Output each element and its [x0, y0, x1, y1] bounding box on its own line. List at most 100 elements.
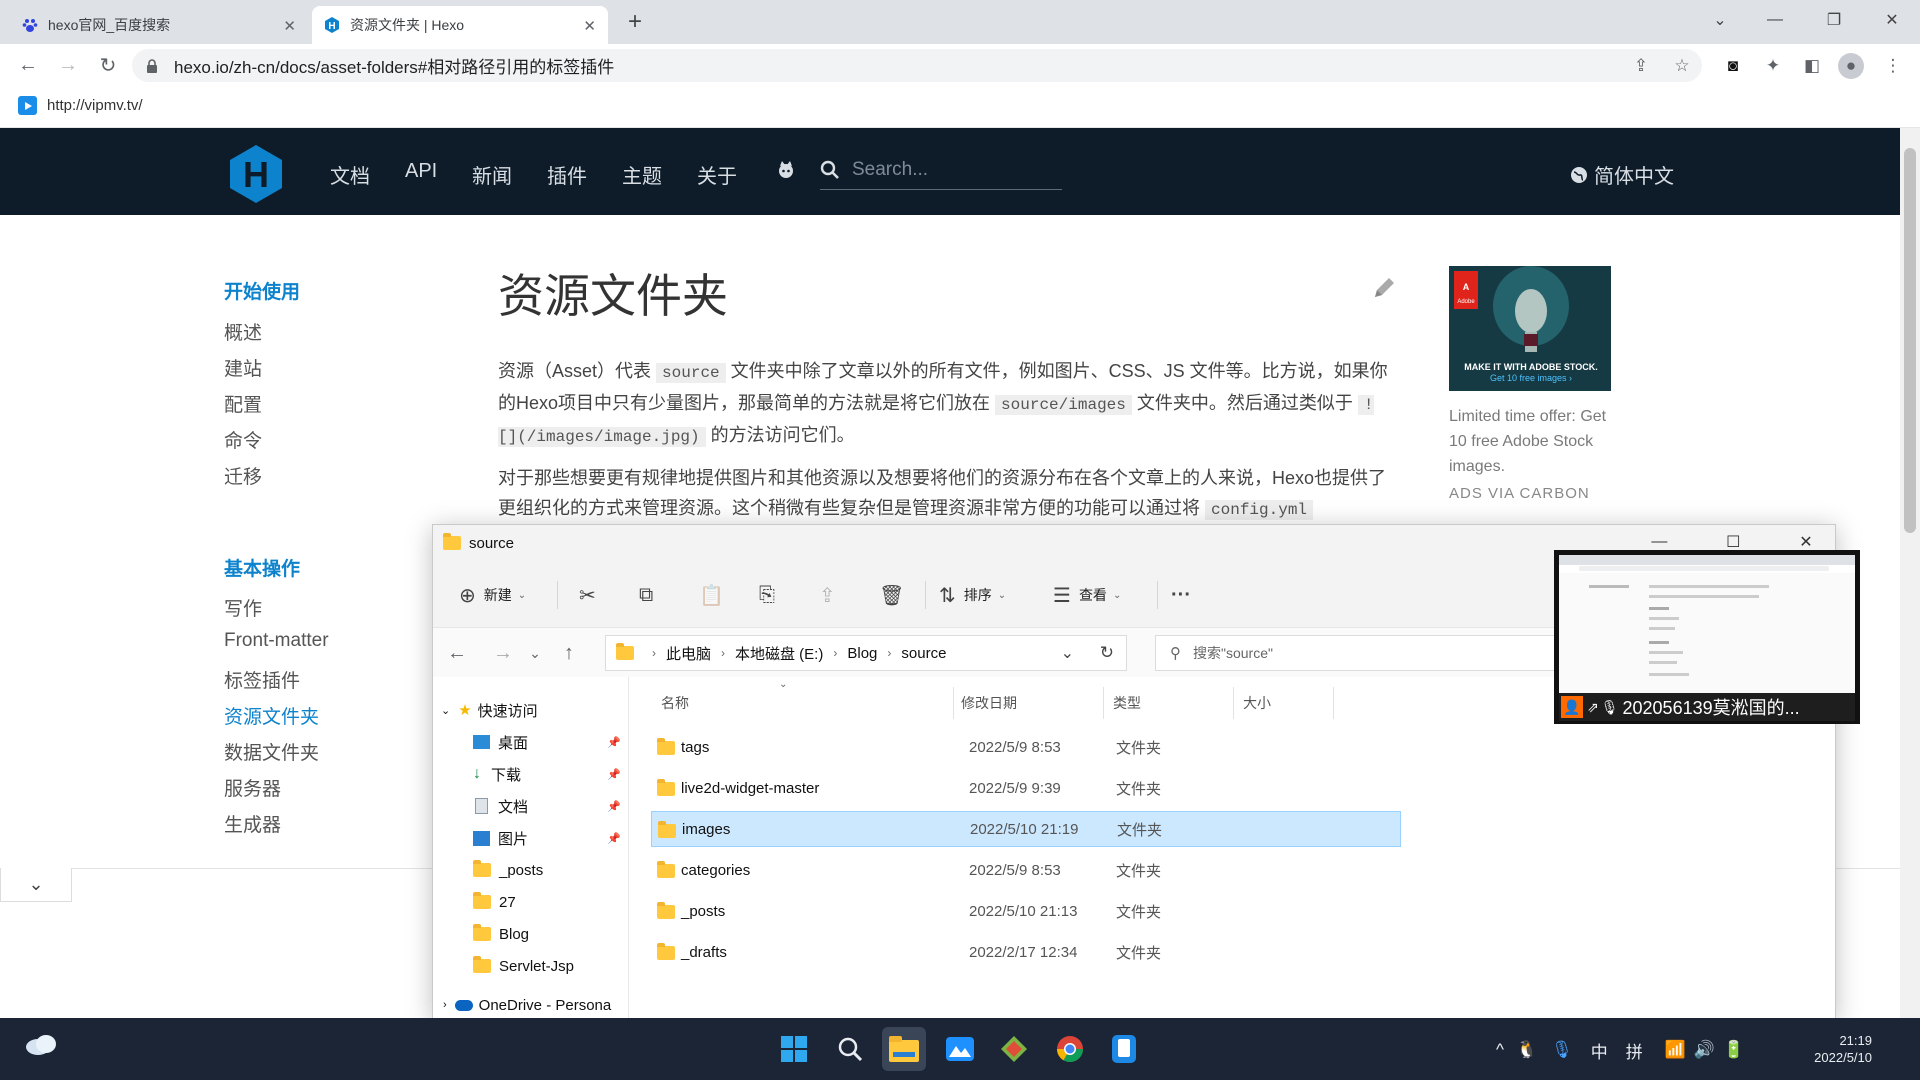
sidebar-item-overview[interactable]: 概述	[224, 318, 262, 345]
refresh-icon[interactable]: ↻	[1100, 643, 1114, 663]
back-icon[interactable]: ←	[443, 639, 471, 667]
clock[interactable]: 21:19 2022/5/10	[1796, 1032, 1872, 1066]
nav-plugins[interactable]: 插件	[547, 160, 587, 189]
tab-hexo[interactable]: H 资源文件夹 | Hexo ✕	[312, 6, 608, 44]
breadcrumb-source[interactable]: source	[901, 645, 946, 662]
file-row[interactable]: _drafts 2022/2/17 12:34 文件夹	[651, 934, 1401, 970]
bookmark-star-icon[interactable]: ☆	[1669, 53, 1695, 79]
new-button[interactable]: ⊕ 新建 ⌄	[459, 583, 526, 607]
nav-themes[interactable]: 主题	[622, 160, 662, 189]
sidebar-item-tag-plugins[interactable]: 标签插件	[224, 666, 300, 693]
file-row[interactable]: live2d-widget-master 2022/5/9 9:39 文件夹	[651, 770, 1401, 806]
ad-via-carbon[interactable]: ADS VIA CARBON	[1449, 485, 1590, 502]
close-tab-icon[interactable]: ✕	[283, 17, 296, 35]
chrome-app-icon[interactable]	[1048, 1027, 1092, 1071]
tree-pictures[interactable]: 图片 📌	[473, 825, 629, 851]
tree-quick-access[interactable]: ⌄ ★ 快速访问	[441, 697, 629, 723]
tree-folder[interactable]: Blog	[473, 921, 629, 947]
extension-icon[interactable]: ◙	[1720, 53, 1746, 79]
sidebar-item-asset-folders[interactable]: 资源文件夹	[224, 702, 319, 729]
tree-folder[interactable]: Servlet-Jsp	[473, 953, 629, 979]
extensions-puzzle-icon[interactable]: ✦	[1760, 53, 1786, 79]
sidebar-item-front-matter[interactable]: Front-matter	[224, 630, 329, 652]
breadcrumb-drive[interactable]: 本地磁盘 (E:)	[735, 643, 823, 664]
nav-about[interactable]: 关于	[697, 160, 737, 189]
share-icon[interactable]: ⇪	[1628, 53, 1654, 79]
up-icon[interactable]: ↑	[555, 639, 583, 667]
page-scrollbar[interactable]	[1900, 128, 1920, 1018]
forward-icon[interactable]: →	[54, 51, 82, 79]
restore-button[interactable]: ❐	[1814, 4, 1854, 36]
nav-api[interactable]: API	[405, 160, 437, 183]
sidebar-section-getting-started[interactable]: 开始使用	[224, 277, 300, 304]
git-app-icon[interactable]	[992, 1027, 1036, 1071]
wifi-icon[interactable]: 📶	[1665, 1040, 1686, 1060]
bookmark-vipmv[interactable]: http://vipmv.tv/	[18, 96, 143, 115]
battery-icon[interactable]: 🔋	[1723, 1040, 1744, 1060]
sidebar-item-data-files[interactable]: 数据文件夹	[224, 738, 319, 765]
file-explorer-app-icon[interactable]	[882, 1027, 926, 1071]
minimize-button[interactable]: —	[1755, 4, 1795, 36]
sidebar-item-commands[interactable]: 命令	[224, 426, 262, 453]
copy-icon[interactable]: ⧉	[639, 583, 661, 607]
sidebar-item-server[interactable]: 服务器	[224, 774, 281, 801]
nav-docs[interactable]: 文档	[330, 160, 370, 189]
file-row[interactable]: categories 2022/5/9 8:53 文件夹	[651, 852, 1401, 888]
tree-folder[interactable]: _posts	[473, 857, 629, 883]
address-bar[interactable]: hexo.io/zh-cn/docs/asset-folders#相对路径引用的…	[132, 49, 1702, 82]
column-type[interactable]: 类型	[1113, 693, 1141, 713]
explorer-address-bar[interactable]: › 此电脑 › 本地磁盘 (E:) › Blog › source ⌄ ↻	[605, 635, 1127, 671]
recent-locations-icon[interactable]: ⌄	[521, 639, 549, 667]
tab-search-icon[interactable]: ⌄	[1700, 4, 1740, 36]
hexo-logo-icon[interactable]: H	[230, 145, 282, 203]
sidebar-item-setup[interactable]: 建站	[224, 354, 262, 381]
file-row[interactable]: tags 2022/5/9 8:53 文件夹	[651, 729, 1401, 765]
chevron-up-icon[interactable]: ^	[1496, 1040, 1504, 1060]
tree-downloads[interactable]: ↓ 下载 📌	[473, 761, 629, 787]
github-icon[interactable]	[776, 160, 796, 186]
sort-button[interactable]: ⇅ 排序 ⌄	[939, 583, 1006, 607]
scrollbar-thumb[interactable]	[1904, 148, 1916, 533]
chevron-down-icon[interactable]: ⌄	[0, 868, 72, 902]
cut-icon[interactable]: ✂	[579, 583, 604, 607]
ad-banner[interactable]: A Adobe MAKE IT WITH ADOBE STOCK. Get 10…	[1449, 266, 1611, 391]
view-button[interactable]: ☰ 查看 ⌄	[1053, 583, 1121, 607]
search-icon[interactable]	[828, 1027, 872, 1071]
volume-icon[interactable]: 🔊	[1694, 1040, 1715, 1060]
forward-icon[interactable]: →	[489, 639, 517, 667]
start-button[interactable]	[772, 1027, 816, 1071]
file-row-selected[interactable]: images 2022/5/10 21:19 文件夹	[651, 811, 1401, 847]
column-date[interactable]: 修改日期	[961, 693, 1017, 713]
site-search-input[interactable]: Search...	[820, 150, 1062, 190]
share-icon[interactable]: ⇪	[819, 583, 844, 607]
photos-app-icon[interactable]	[938, 1027, 982, 1071]
language-selector[interactable]: 简体中文	[1570, 160, 1674, 189]
delete-icon[interactable]: 🗑	[879, 583, 912, 607]
sidebar-item-writing[interactable]: 写作	[224, 594, 262, 621]
paste-icon[interactable]: 📋	[699, 583, 732, 607]
minimize-button[interactable]: —	[1651, 533, 1667, 551]
file-row[interactable]: _posts 2022/5/10 21:13 文件夹	[651, 893, 1401, 929]
tree-documents[interactable]: 文档 📌	[473, 793, 629, 819]
close-tab-icon[interactable]: ✕	[583, 17, 596, 35]
microphone-icon[interactable]: 🎙	[1551, 1040, 1573, 1060]
tree-desktop[interactable]: 桌面 📌	[473, 729, 629, 755]
close-window-button[interactable]: ✕	[1799, 532, 1812, 552]
close-window-button[interactable]: ✕	[1872, 4, 1912, 36]
more-options-icon[interactable]: ···	[1171, 583, 1199, 607]
chevron-down-icon[interactable]: ⌄	[1061, 643, 1074, 663]
qq-icon[interactable]: 🐧	[1516, 1040, 1537, 1060]
new-tab-button[interactable]: +	[620, 7, 650, 37]
breadcrumb-this-pc[interactable]: 此电脑	[666, 643, 711, 664]
reload-icon[interactable]: ↻	[94, 51, 122, 79]
sidebar-item-config[interactable]: 配置	[224, 390, 262, 417]
sidebar-item-generating[interactable]: 生成器	[224, 810, 281, 837]
phone-link-app-icon[interactable]	[1102, 1027, 1146, 1071]
maximize-button[interactable]: ☐	[1726, 532, 1740, 552]
breadcrumb-blog[interactable]: Blog	[847, 645, 877, 662]
sidebar-section-basics[interactable]: 基本操作	[224, 554, 300, 581]
ad-text[interactable]: Limited time offer: Get 10 free Adobe St…	[1449, 404, 1619, 479]
ime-pinyin[interactable]: 拼	[1626, 1038, 1643, 1063]
sidebar-item-migration[interactable]: 迁移	[224, 462, 262, 489]
screen-share-thumbnail[interactable]: 👤 ⇗ 🎙 202056139莫淞国的...	[1554, 550, 1860, 724]
